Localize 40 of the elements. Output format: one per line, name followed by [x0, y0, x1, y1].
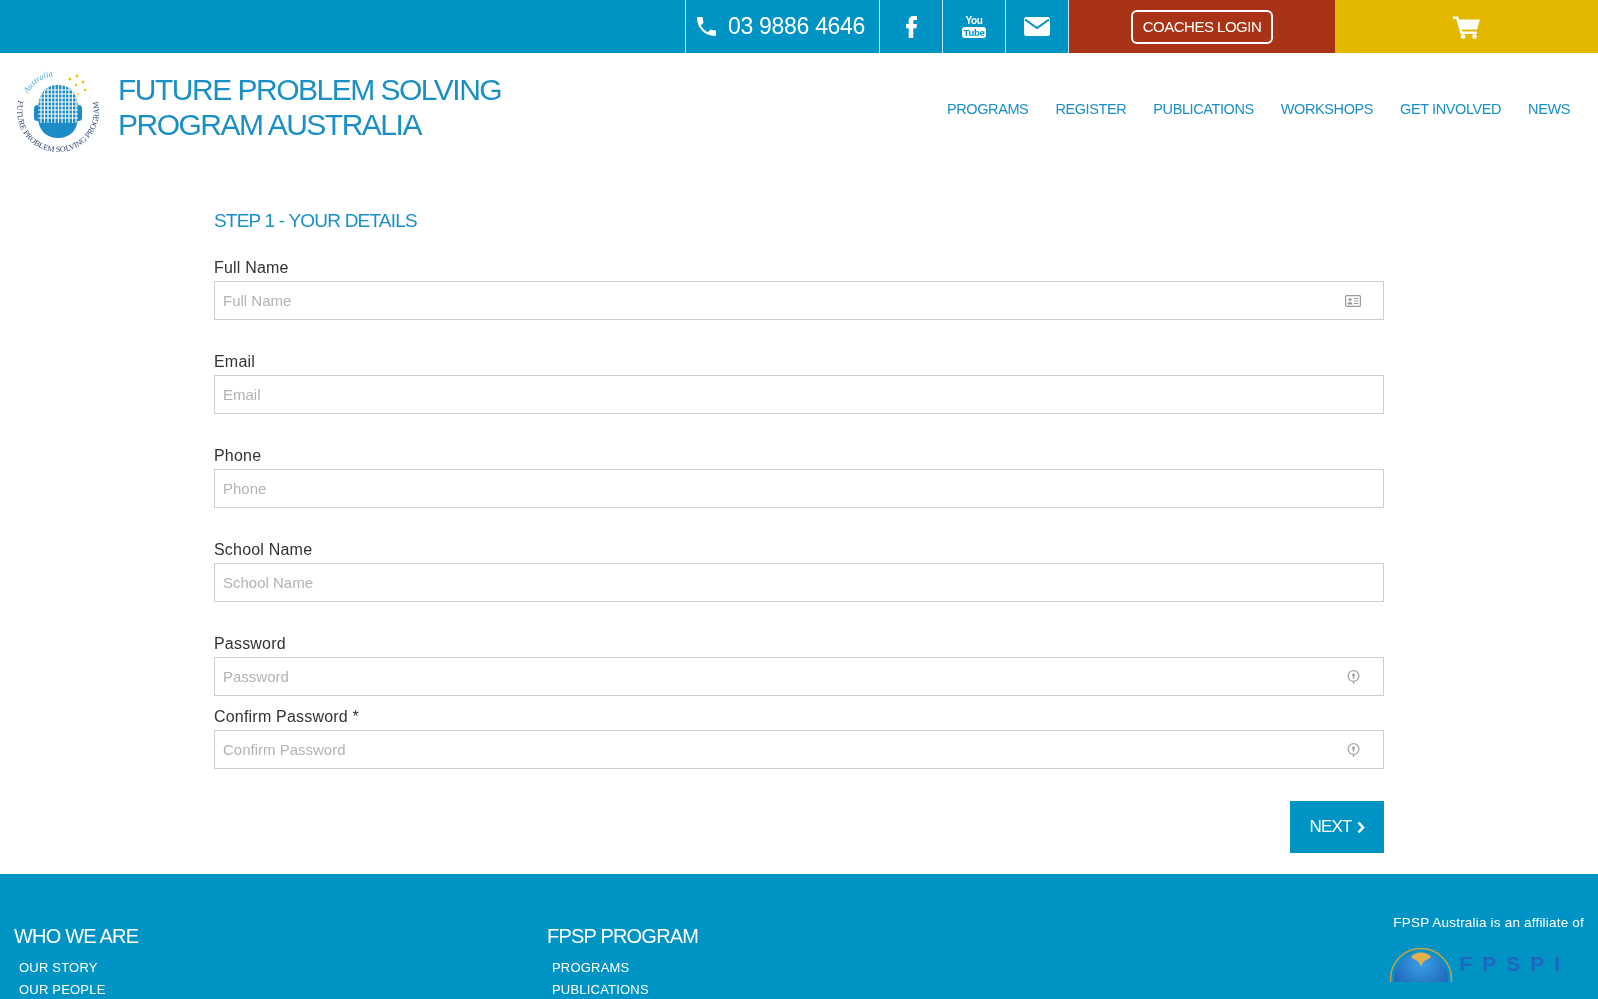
field-label: Email: [214, 352, 256, 372]
input-field[interactable]: Confirm Password: [214, 730, 1384, 769]
nav-link[interactable]: PROGRAMS: [946, 101, 1029, 117]
cart-icon: [1452, 14, 1481, 39]
footer-link[interactable]: OUR STORY: [14, 960, 98, 976]
phone-icon: [697, 17, 716, 36]
footer-link[interactable]: PUBLICATIONS: [547, 982, 649, 998]
nav-link[interactable]: GET INVOLVED: [1400, 101, 1502, 117]
field-label: Confirm Password *: [214, 707, 360, 727]
input-field[interactable]: Phone: [214, 469, 1384, 508]
field-label: School Name: [214, 540, 314, 560]
footer-link[interactable]: PROGRAMS: [547, 960, 630, 976]
facebook-icon: [905, 15, 917, 38]
affiliate-text: FPSP Australia is an affiliate of: [1393, 914, 1584, 932]
site-title[interactable]: FUTURE PROBLEM SOLVING PROGRAM AUSTRALIA: [118, 72, 502, 142]
id-card-icon: [1345, 294, 1361, 307]
footer-heading: WHO WE ARE: [14, 924, 139, 949]
input-field[interactable]: School Name: [214, 563, 1384, 602]
input-field[interactable]: Password: [214, 657, 1384, 696]
nav-link[interactable]: NEWS: [1528, 101, 1570, 117]
chevron-right-icon: [1356, 820, 1365, 834]
nav-link[interactable]: REGISTER: [1055, 101, 1127, 117]
field-label: Phone: [214, 446, 263, 466]
keyhole-icon: [1347, 669, 1360, 684]
youtube-link[interactable]: You Tube: [943, 0, 1006, 53]
globe-icon: [1389, 945, 1454, 982]
nav-link[interactable]: PUBLICATIONS: [1153, 101, 1254, 117]
field-label: Full Name: [214, 258, 290, 278]
keyhole-icon: [1347, 742, 1360, 757]
next-button[interactable]: NEXT: [1290, 801, 1384, 853]
envelope-icon: [1024, 17, 1050, 36]
input-field[interactable]: Email: [214, 375, 1384, 414]
form-heading: STEP 1 - YOUR DETAILS: [214, 209, 418, 233]
footer-link[interactable]: OUR PEOPLE: [14, 982, 106, 998]
coaches-login-button[interactable]: COACHES LOGIN: [1130, 9, 1274, 44]
phone-link[interactable]: 03 9886 4646: [685, 0, 880, 53]
nav-link[interactable]: WORKSHOPS: [1280, 101, 1374, 117]
footer-heading: FPSP PROGRAM: [547, 924, 699, 949]
field-label: Password: [214, 634, 287, 654]
input-field[interactable]: Full Name: [214, 281, 1384, 320]
